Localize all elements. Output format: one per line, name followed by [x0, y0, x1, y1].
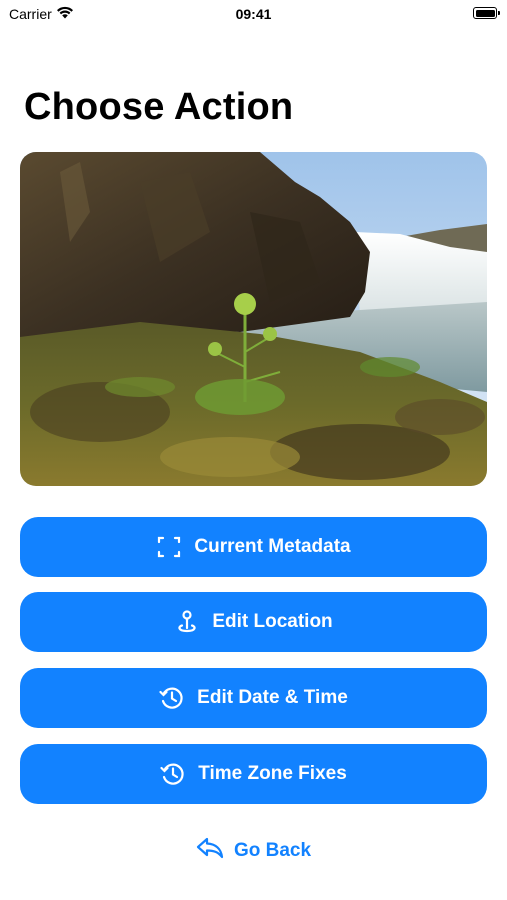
photo-preview — [20, 152, 487, 486]
page-title: Choose Action — [24, 86, 294, 128]
clock-history-icon — [159, 685, 185, 711]
time-zone-fixes-button[interactable]: Time Zone Fixes — [20, 744, 487, 804]
status-bar: Carrier 09:41 — [0, 0, 507, 30]
edit-date-time-button[interactable]: Edit Date & Time — [20, 668, 487, 728]
go-back-label: Go Back — [233, 840, 312, 861]
current-metadata-label: Current Metadata — [194, 536, 351, 557]
battery-icon — [473, 7, 500, 19]
status-time: 09:41 — [235, 6, 272, 22]
time-zone-fixes-label: Time Zone Fixes — [198, 763, 347, 784]
edit-location-button[interactable]: Edit Location — [20, 592, 487, 652]
back-arrow-icon — [196, 836, 224, 866]
edit-location-label: Edit Location — [212, 611, 333, 632]
viewfinder-icon — [156, 534, 182, 560]
map-pin-icon — [174, 609, 200, 635]
clock-rewind-icon — [160, 761, 186, 787]
landscape-photo — [20, 152, 487, 486]
current-metadata-button[interactable]: Current Metadata — [20, 517, 487, 577]
go-back-button[interactable]: Go Back — [0, 834, 507, 868]
edit-date-time-label: Edit Date & Time — [197, 687, 348, 708]
